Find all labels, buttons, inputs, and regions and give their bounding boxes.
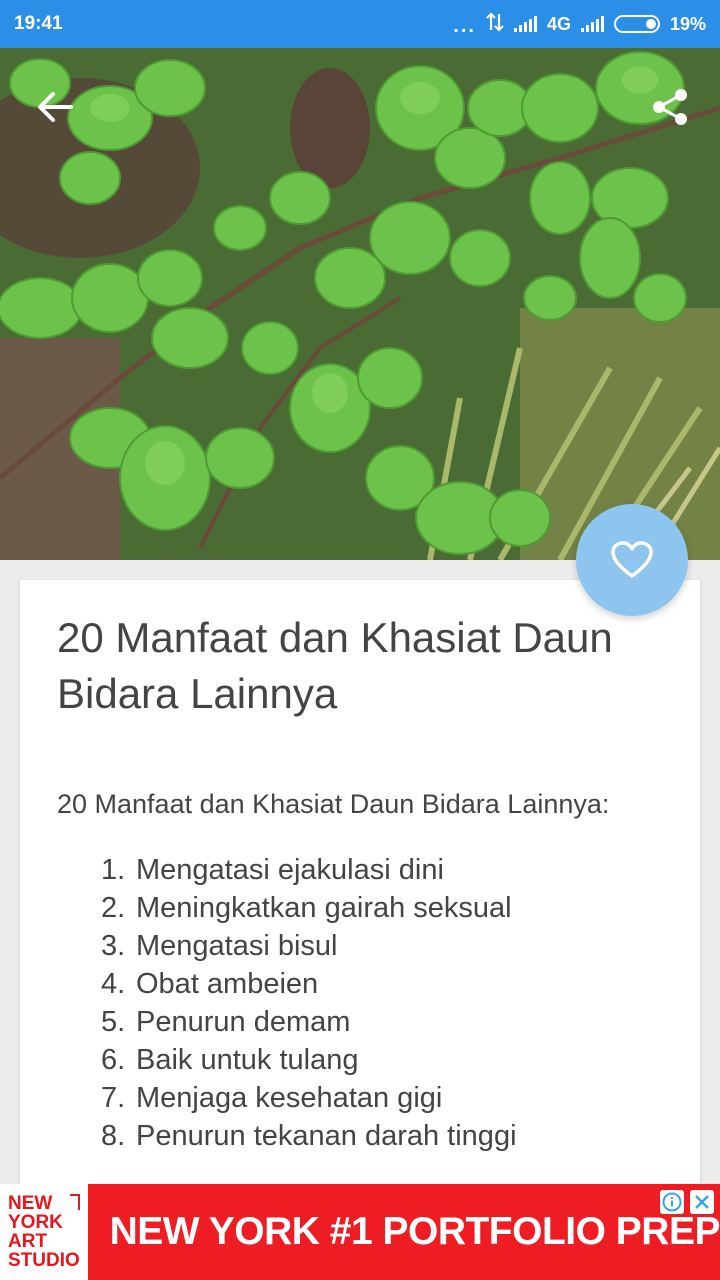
list-item-number: 6. bbox=[101, 1044, 126, 1076]
data-transfer-icon bbox=[486, 11, 504, 37]
list-item-text: Baik untuk tulang bbox=[136, 1044, 359, 1076]
list-item: 7. Menjaga kesehatan gigi bbox=[101, 1079, 664, 1117]
ad-logo-line: YORK bbox=[8, 1212, 63, 1233]
list-item-text: Mengatasi ejakulasi dini bbox=[136, 854, 444, 886]
article-intro: 20 Manfaat dan Khasiat Daun Bidara Lainn… bbox=[57, 789, 610, 819]
ad-logo-line: ART bbox=[8, 1231, 48, 1252]
list-item: 3. Mengatasi bisul bbox=[101, 927, 664, 965]
list-item-text: Penurun demam bbox=[136, 1006, 351, 1038]
list-item-number: 4. bbox=[101, 968, 126, 1000]
list-item-number: 1. bbox=[101, 854, 126, 886]
list-item-number: 2. bbox=[101, 892, 126, 924]
battery-level: 19% bbox=[669, 13, 706, 34]
list-item: 1. Mengatasi ejakulasi dini bbox=[101, 851, 664, 889]
list-item: 2. Meningkatkan gairah seksual bbox=[101, 889, 664, 927]
ad-banner[interactable]: NEW YORK ART STUDIO NEW YORK #1 PORTFOLI… bbox=[0, 1184, 720, 1280]
notification-dots-icon: ... bbox=[453, 15, 476, 37]
ad-close-icon[interactable] bbox=[690, 1190, 714, 1214]
network-type: 4G bbox=[546, 13, 571, 34]
favorite-button[interactable] bbox=[576, 504, 688, 616]
list-item-text: Meningkatkan gairah seksual bbox=[136, 892, 512, 924]
list-item-number: 3. bbox=[101, 930, 126, 962]
list-item-text: Menjaga kesehatan gigi bbox=[136, 1082, 443, 1114]
article-card: 20 Manfaat dan Khasiat Daun Bidara Lainn… bbox=[20, 580, 700, 1200]
list-item-number: 5. bbox=[101, 1006, 126, 1038]
ad-content[interactable]: NEW YORK #1 PORTFOLIO PREP bbox=[87, 1184, 720, 1280]
benefit-list: 1. Mengatasi ejakulasi dini 2. Meningkatka… bbox=[57, 851, 664, 1155]
signal-icon bbox=[513, 16, 537, 32]
ad-logo: NEW YORK ART STUDIO bbox=[0, 1184, 88, 1280]
list-item-number: 8. bbox=[101, 1120, 126, 1152]
logo-corner-mark bbox=[69, 1194, 80, 1210]
list-item: 8. Penurun tekanan darah tinggi bbox=[101, 1117, 664, 1155]
status-icons: ... 4G 19% bbox=[453, 11, 706, 37]
list-item: 4. Obat ambeien bbox=[101, 965, 664, 1003]
share-button[interactable] bbox=[646, 82, 696, 132]
list-item-text: Mengatasi bisul bbox=[136, 930, 338, 962]
share-icon bbox=[653, 89, 687, 125]
arrow-left-icon bbox=[38, 92, 73, 122]
list-item-text: Obat ambeien bbox=[136, 968, 319, 1000]
ad-logo-line: STUDIO bbox=[8, 1250, 80, 1271]
article-title: 20 Manfaat dan Khasiat Daun Bidara Lainn… bbox=[57, 614, 613, 717]
list-item-number: 7. bbox=[101, 1082, 126, 1114]
hero-image bbox=[0, 48, 720, 560]
list-item: 6. Baik untuk tulang bbox=[101, 1041, 664, 1079]
ad-headline: NEW YORK #1 PORTFOLIO PREP bbox=[109, 1210, 720, 1253]
signal-icon-2 bbox=[580, 16, 604, 32]
ad-info-icon[interactable] bbox=[660, 1190, 684, 1214]
bidara-leaves-image bbox=[0, 48, 720, 560]
status-bar: 19:41 ... 4G 19% bbox=[0, 0, 720, 48]
list-item: 5. Penurun demam bbox=[101, 1003, 664, 1041]
back-button[interactable] bbox=[30, 82, 80, 132]
heart-icon bbox=[611, 541, 653, 578]
battery-icon bbox=[613, 15, 660, 33]
status-time: 19:41 bbox=[14, 13, 63, 34]
list-item-text: Penurun tekanan darah tinggi bbox=[136, 1120, 517, 1152]
